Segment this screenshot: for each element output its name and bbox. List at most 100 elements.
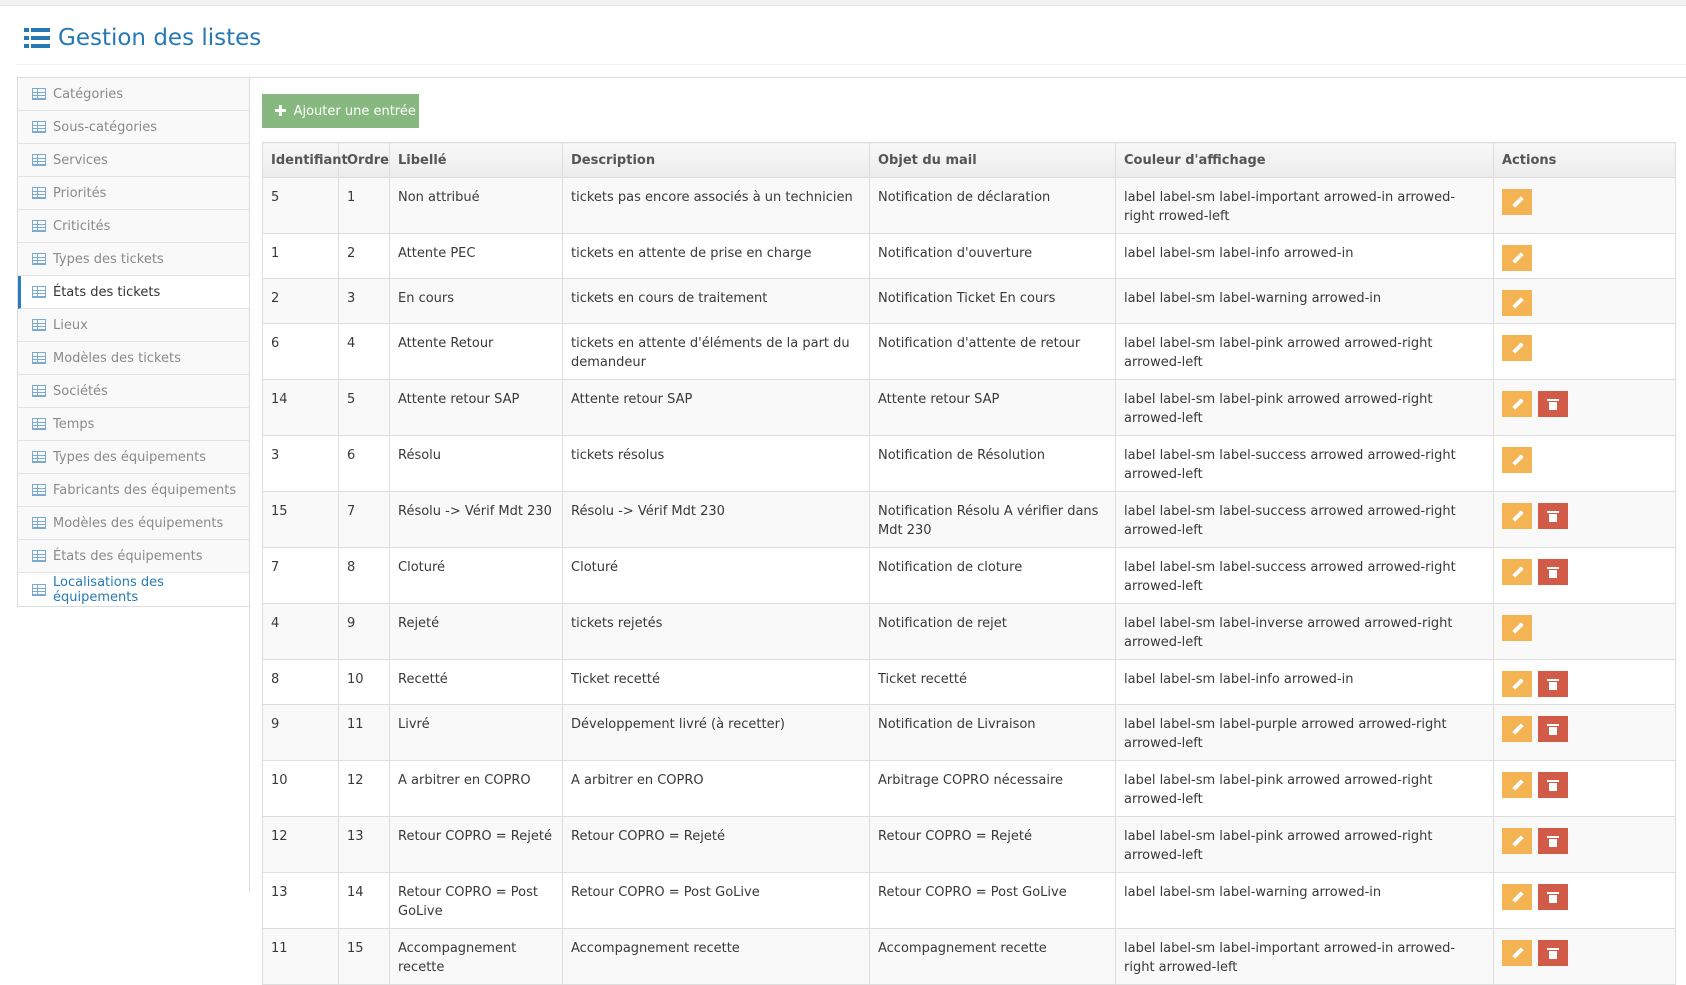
add-entry-button[interactable]: ✚ Ajouter une entrée [262, 94, 419, 128]
table-icon [32, 286, 46, 298]
delete-button[interactable] [1538, 884, 1568, 910]
sidebar-item[interactable]: Modèles des tickets [18, 342, 249, 375]
cell-identifiant: 14 [262, 379, 339, 436]
sidebar-item[interactable]: Catégories [18, 78, 249, 111]
edit-button[interactable] [1502, 615, 1532, 641]
edit-button[interactable] [1502, 940, 1532, 966]
column-header-couleur[interactable]: Couleur d'affichage [1115, 142, 1494, 178]
sidebar-item[interactable]: États des équipements [18, 540, 249, 573]
sidebar-item[interactable]: Lieux [18, 309, 249, 342]
delete-button[interactable] [1538, 503, 1568, 529]
delete-button[interactable] [1538, 772, 1568, 798]
cell-description: Retour COPRO = Rejeté [562, 816, 870, 873]
table-icon [32, 187, 46, 199]
sidebar-item-label: Services [53, 152, 108, 168]
delete-button[interactable] [1538, 828, 1568, 854]
edit-button[interactable] [1502, 290, 1532, 316]
cell-ordre: 7 [338, 491, 390, 548]
edit-button[interactable] [1502, 503, 1532, 529]
cell-description: tickets en attente de prise en charge [562, 233, 870, 279]
cell-couleur: label label-sm label-success arrowed arr… [1115, 491, 1494, 548]
cell-libelle: Livré [389, 704, 563, 761]
cell-couleur: label label-sm label-pink arrowed arrowe… [1115, 379, 1494, 436]
cell-identifiant: 9 [262, 704, 339, 761]
sidebar-item[interactable]: Services [18, 144, 249, 177]
sidebar-item-label: Criticités [53, 218, 111, 234]
column-header-description[interactable]: Description [562, 142, 870, 178]
table-header-row: Identifiant Ordre Libellé Description Ob… [262, 142, 1676, 178]
cell-identifiant: 5 [262, 177, 339, 234]
pencil-icon [1512, 679, 1523, 690]
cell-objet-mail: Accompagnement recette [869, 928, 1116, 985]
cell-objet-mail: Notification de déclaration [869, 177, 1116, 234]
sidebar-item-label: Localisations des équipements [53, 574, 164, 605]
edit-button[interactable] [1502, 447, 1532, 473]
sidebar-item[interactable]: Criticités [18, 210, 249, 243]
edit-button[interactable] [1502, 391, 1532, 417]
cell-objet-mail: Attente retour SAP [869, 379, 1116, 436]
delete-button[interactable] [1538, 671, 1568, 697]
delete-button[interactable] [1538, 716, 1568, 742]
sidebar-item-label: Sociétés [53, 383, 108, 399]
cell-ordre: 5 [338, 379, 390, 436]
table-row: 15 7 Résolu -> Vérif Mdt 230 Résolu -> Véri… [262, 491, 1676, 548]
sidebar-item[interactable]: Types des équipements [18, 441, 249, 474]
delete-button[interactable] [1538, 391, 1568, 417]
sidebar-item[interactable]: Sociétés [18, 375, 249, 408]
sidebar-item[interactable]: Localisations des équipements [18, 573, 249, 606]
cell-libelle: Accompagnement recette [389, 928, 563, 985]
sidebar-item[interactable]: Temps [18, 408, 249, 441]
cell-actions [1493, 872, 1676, 929]
column-header-identifiant[interactable]: Identifiant [262, 142, 348, 178]
pencil-icon [1512, 623, 1523, 634]
edit-button[interactable] [1502, 828, 1532, 854]
cell-description: tickets résolus [562, 435, 870, 492]
edit-button[interactable] [1502, 884, 1532, 910]
table-row: 10 12 A arbitrer en COPRO A arbitrer en COP… [262, 760, 1676, 817]
edit-button[interactable] [1502, 716, 1532, 742]
cell-objet-mail: Notification de Livraison [869, 704, 1116, 761]
trash-icon [1547, 510, 1559, 522]
cell-libelle: Cloturé [389, 547, 563, 604]
edit-button[interactable] [1502, 245, 1532, 271]
cell-actions [1493, 704, 1676, 761]
cell-ordre: 12 [338, 760, 390, 817]
sidebar-item[interactable]: États des tickets [18, 276, 249, 309]
list-icon [24, 28, 50, 48]
cell-libelle: Attente retour SAP [389, 379, 563, 436]
edit-button[interactable] [1502, 772, 1532, 798]
column-header-ordre[interactable]: Ordre [338, 142, 390, 178]
edit-button[interactable] [1502, 335, 1532, 361]
plus-icon: ✚ [274, 102, 287, 120]
cell-objet-mail: Notification d'attente de retour [869, 323, 1116, 380]
delete-button[interactable] [1538, 559, 1568, 585]
table-icon [32, 418, 46, 430]
sidebar-item[interactable]: Priorités [18, 177, 249, 210]
edit-button[interactable] [1502, 559, 1532, 585]
column-header-libelle[interactable]: Libellé [389, 142, 563, 178]
cell-objet-mail: Retour COPRO = Rejeté [869, 816, 1116, 873]
cell-objet-mail: Notification de rejet [869, 603, 1116, 660]
edit-button[interactable] [1502, 671, 1532, 697]
cell-couleur: label label-sm label-pink arrowed arrowe… [1115, 760, 1494, 817]
cell-description: tickets rejetés [562, 603, 870, 660]
pencil-icon [1512, 298, 1523, 309]
sidebar-menu: Catégories Sous-catégories Services Priorit… [17, 77, 250, 607]
cell-actions [1493, 435, 1676, 492]
table-row: 1 2 Attente PEC tickets en attente de prise… [262, 233, 1676, 279]
column-header-actions: Actions [1493, 142, 1676, 178]
sidebar-item[interactable]: Sous-catégories [18, 111, 249, 144]
delete-button[interactable] [1538, 940, 1568, 966]
edit-button[interactable] [1502, 189, 1532, 215]
sidebar-item[interactable]: Modèles des équipements [18, 507, 249, 540]
cell-libelle: Résolu -> Vérif Mdt 230 [389, 491, 563, 548]
cell-identifiant: 13 [262, 872, 339, 929]
table-row: 2 3 En cours tickets en cours de traitement… [262, 278, 1676, 324]
table-row: 5 1 Non attribué tickets pas encore associé… [262, 177, 1676, 234]
column-header-objet-mail[interactable]: Objet du mail [869, 142, 1116, 178]
cell-identifiant: 12 [262, 816, 339, 873]
sidebar-item[interactable]: Fabricants des équipements [18, 474, 249, 507]
cell-libelle: A arbitrer en COPRO [389, 760, 563, 817]
sidebar-item[interactable]: Types des tickets [18, 243, 249, 276]
table-icon [32, 352, 46, 364]
